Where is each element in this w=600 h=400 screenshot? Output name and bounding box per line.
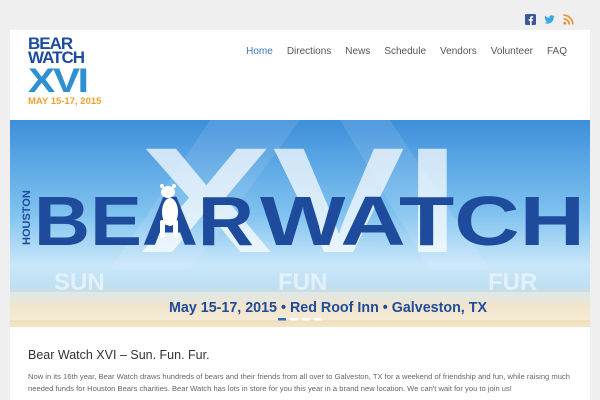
social-links <box>525 14 574 25</box>
logo-roman-numeral: XVI <box>28 62 89 100</box>
nav-vendors[interactable]: Vendors <box>433 46 484 57</box>
rss-icon[interactable] <box>563 14 574 25</box>
post-title: Bear Watch XVI – Sun. Fun. Fur. <box>28 348 210 362</box>
slider-dot[interactable] <box>278 318 286 321</box>
slider-dot[interactable] <box>302 318 310 321</box>
post-excerpt: Now in its 16th year, Bear Watch draws h… <box>28 372 570 393</box>
main-nav: Home Directions News Schedule Vendors Vo… <box>239 46 574 57</box>
nav-volunteer[interactable]: Volunteer <box>484 46 540 57</box>
hero-word-fur: FUR <box>488 269 537 296</box>
nav-home[interactable]: Home <box>239 46 280 57</box>
hero-slider[interactable]: XVI HOUSTON BEAR WATCH SUN FUN FUR May 1… <box>10 120 590 327</box>
nav-news[interactable]: News <box>338 46 377 57</box>
hero-bear-word: BEAR <box>34 182 254 260</box>
hero-houston-label: HOUSTON <box>21 190 33 245</box>
hero-word-sun: SUN <box>54 269 105 296</box>
hero-banner-text: May 15-17, 2015 • Red Roof Inn • Galvest… <box>169 300 487 316</box>
slider-dot[interactable] <box>290 318 298 321</box>
facebook-icon[interactable] <box>525 14 536 25</box>
hero-banner-art: XVI HOUSTON BEAR WATCH SUN FUN FUR May 1… <box>10 120 590 321</box>
nav-directions[interactable]: Directions <box>280 46 338 57</box>
nav-faq[interactable]: FAQ <box>540 46 574 57</box>
twitter-icon[interactable] <box>544 14 555 25</box>
hero-watch-word: WATCH <box>260 182 585 260</box>
page-container: BEAR WATCH XVI MAY 15-17, 2015 Home Dire… <box>10 30 590 400</box>
nav-schedule[interactable]: Schedule <box>377 46 433 57</box>
hero-word-fun: FUN <box>278 269 327 296</box>
top-bar <box>0 0 600 30</box>
site-logo[interactable]: BEAR WATCH XVI MAY 15-17, 2015 <box>28 35 108 112</box>
slider-dot[interactable] <box>314 318 322 321</box>
